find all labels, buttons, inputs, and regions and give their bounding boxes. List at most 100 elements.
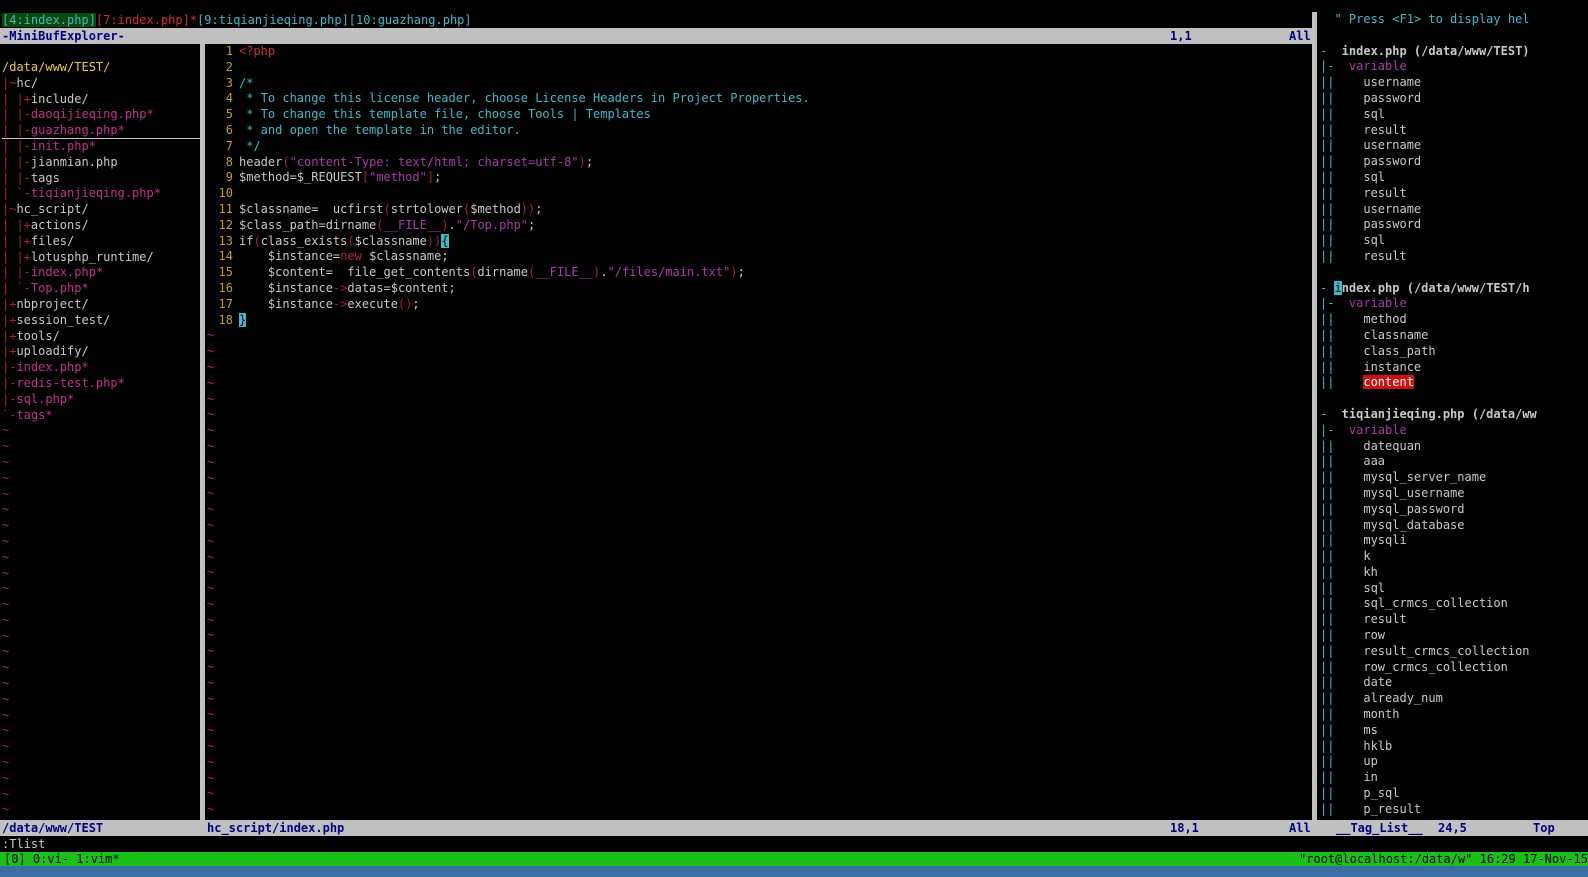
tag-list-line[interactable]: || aaa	[1320, 454, 1586, 470]
code-line[interactable]: 18}	[207, 312, 1307, 329]
tree-node[interactable]: | |-init.php*	[2, 139, 200, 155]
file-tree-pane[interactable]: /data/www/TEST/|~hc/| |+include/| |-daoq…	[0, 44, 204, 820]
tag-list-line[interactable]: || k	[1320, 549, 1586, 565]
tag-list-line[interactable]: - index.php (/data/www/TEST/h	[1320, 280, 1586, 297]
tag-list-line[interactable]: || method	[1320, 312, 1586, 328]
tree-node[interactable]: |+session_test/	[2, 313, 200, 329]
tag-list-line[interactable]: || row	[1320, 628, 1586, 644]
code-line[interactable]: 14 $instance=new $classname;	[207, 249, 1307, 265]
tree-node[interactable]: | `-Top.php*	[2, 281, 200, 297]
tree-node[interactable]: |-sql.php*	[2, 392, 200, 408]
tag-list-line[interactable]: || hklb	[1320, 739, 1586, 755]
code-line[interactable]: 2	[207, 60, 1307, 76]
tag-list-line[interactable]: || sql_crmcs_collection	[1320, 596, 1586, 612]
tree-node[interactable]: | |+actions/	[2, 218, 200, 234]
tag-list-line[interactable]: || class_path	[1320, 344, 1586, 360]
tag-list-line[interactable]: || result	[1320, 249, 1586, 265]
code-line[interactable]: 17 $instance->execute();	[207, 297, 1307, 313]
tree-node[interactable]: | |-guazhang.php*	[2, 123, 200, 139]
tag-list-line[interactable]: || mysqli	[1320, 533, 1586, 549]
tag-list-line[interactable]: |- variable	[1320, 423, 1586, 439]
tag-list-line[interactable]: || ms	[1320, 723, 1586, 739]
code-line[interactable]: 4 * To change this license header, choos…	[207, 91, 1307, 107]
tag-list-line[interactable]: || sql	[1320, 170, 1586, 186]
tag-list-line[interactable]: - tiqianjieqing.php (/data/ww	[1320, 407, 1586, 423]
code-line[interactable]: 11 $classname= ucfirst(strtolower($method…	[207, 202, 1307, 218]
tag-list-line[interactable]: || result	[1320, 123, 1586, 139]
tag-list-line[interactable]: || password	[1320, 217, 1586, 233]
code-line[interactable]: 12 $class_path=dirname(__FILE__)."/Top.ph…	[207, 218, 1307, 234]
buffer-tab[interactable]: [4:index.php]	[2, 13, 96, 27]
code-line[interactable]: 6 * and open the template in the editor.	[207, 123, 1307, 139]
tag-list-line[interactable]: - index.php (/data/www/TEST)	[1320, 44, 1586, 60]
tree-node[interactable]: | |+files/	[2, 234, 200, 250]
code-line[interactable]: 10	[207, 186, 1307, 202]
tag-list-line[interactable]: || in	[1320, 770, 1586, 786]
right-vertical-separator[interactable]	[1312, 12, 1317, 820]
tree-node[interactable]: | |-daoqijieqing.php*	[2, 107, 200, 123]
tag-list-line[interactable]: || username	[1320, 75, 1586, 91]
tree-node[interactable]: /data/www/TEST/	[2, 60, 200, 76]
tag-list-line[interactable]: || already_num	[1320, 691, 1586, 707]
tree-node[interactable]: |-index.php*	[2, 360, 200, 376]
buffer-tab[interactable]: [10:guazhang.php]	[349, 13, 472, 27]
code-line[interactable]: 5 * To change this template file, choose…	[207, 107, 1307, 123]
code-line[interactable]: 13 if(class_exists($classname)){	[207, 233, 1307, 250]
tree-node[interactable]: | |-index.php*	[2, 265, 200, 281]
tmux-window-list[interactable]: [0] 0:vi- 1:vim*	[4, 852, 120, 866]
tree-node[interactable]: `-tags*	[2, 408, 200, 424]
tree-node[interactable]: |-redis-test.php*	[2, 376, 200, 392]
tag-list-line[interactable]: || sql	[1320, 581, 1586, 597]
tag-list-line[interactable]: || username	[1320, 202, 1586, 218]
buffer-tab[interactable]: [9:tiqianjieqing.php]	[197, 13, 349, 27]
tag-list-line[interactable]: || month	[1320, 707, 1586, 723]
code-line[interactable]: 3 /*	[207, 76, 1307, 92]
tag-list-line[interactable]: || up	[1320, 754, 1586, 770]
tree-node[interactable]: | `-tiqianjieqing.php*	[2, 186, 200, 202]
tree-node[interactable]: | |-tags	[2, 171, 200, 187]
tag-list-line[interactable]: " Press <F1> to display hel	[1320, 12, 1586, 28]
tag-list-line[interactable]: || mysql_database	[1320, 518, 1586, 534]
tag-list-line[interactable]: |- variable	[1320, 59, 1586, 75]
tag-list-line[interactable]: || mysql_username	[1320, 486, 1586, 502]
tag-list-line[interactable]: || p_result	[1320, 802, 1586, 818]
tree-node[interactable]: | |+lotusphp_runtime/	[2, 250, 200, 266]
tree-node[interactable]: |+uploadify/	[2, 344, 200, 360]
tag-list-line[interactable]: |- variable	[1320, 296, 1586, 312]
tree-node[interactable]: |~hc/	[2, 76, 200, 92]
tag-list-line[interactable]: || username	[1320, 138, 1586, 154]
tree-node[interactable]: |+nbproject/	[2, 297, 200, 313]
tag-list-line[interactable]: || result	[1320, 186, 1586, 202]
tag-list-line[interactable]: || password	[1320, 91, 1586, 107]
code-line[interactable]: 16 $instance->datas=$content;	[207, 281, 1307, 297]
buffer-tab[interactable]: [7:index.php]*	[96, 13, 197, 27]
tree-node[interactable]: | |-jianmian.php	[2, 155, 200, 171]
left-vertical-separator[interactable]	[200, 44, 205, 820]
tag-list-line[interactable]: || mysql_password	[1320, 502, 1586, 518]
tag-list-line[interactable]: || kh	[1320, 565, 1586, 581]
tag-list-line[interactable]: || datequan	[1320, 439, 1586, 455]
tag-list-line[interactable]: || date	[1320, 675, 1586, 691]
tag-list-line[interactable]: || result_crmcs_collection	[1320, 644, 1586, 660]
highlighted-tag[interactable]: content	[1363, 375, 1414, 390]
code-line[interactable]: 15 $content= file_get_contents(dirname(_…	[207, 265, 1307, 281]
tag-list-line[interactable]: || sql	[1320, 107, 1586, 123]
tree-node[interactable]: | |+include/	[2, 92, 200, 108]
code-line[interactable]: 8 header("content-Type: text/html; charse…	[207, 155, 1307, 171]
code-line[interactable]: 9 $method=$_REQUEST["method"];	[207, 170, 1307, 186]
tree-node[interactable]: |+tools/	[2, 329, 200, 345]
tag-list-line[interactable]: || mysql_server_name	[1320, 470, 1586, 486]
tag-list-line[interactable]: || instance	[1320, 360, 1586, 376]
code-editor-pane[interactable]: 1 <?php 2 3/* 4 * To change this license hea…	[207, 44, 1312, 820]
tag-list-line[interactable]: || sql	[1320, 233, 1586, 249]
tag-list-line[interactable]: || password	[1320, 154, 1586, 170]
tag-list-line[interactable]: || classname	[1320, 328, 1586, 344]
tag-list-line[interactable]: || row_crmcs_collection	[1320, 660, 1586, 676]
tag-list-line[interactable]: || content	[1320, 375, 1586, 391]
code-line[interactable]: 1 <?php	[207, 44, 1307, 60]
code-line[interactable]: 7 */	[207, 139, 1307, 155]
tree-node[interactable]: |~hc_script/	[2, 202, 200, 218]
command-line[interactable]: :Tlist	[2, 836, 45, 852]
tag-list-line[interactable]: || result	[1320, 612, 1586, 628]
tag-list-line[interactable]: || p_sql	[1320, 786, 1586, 802]
